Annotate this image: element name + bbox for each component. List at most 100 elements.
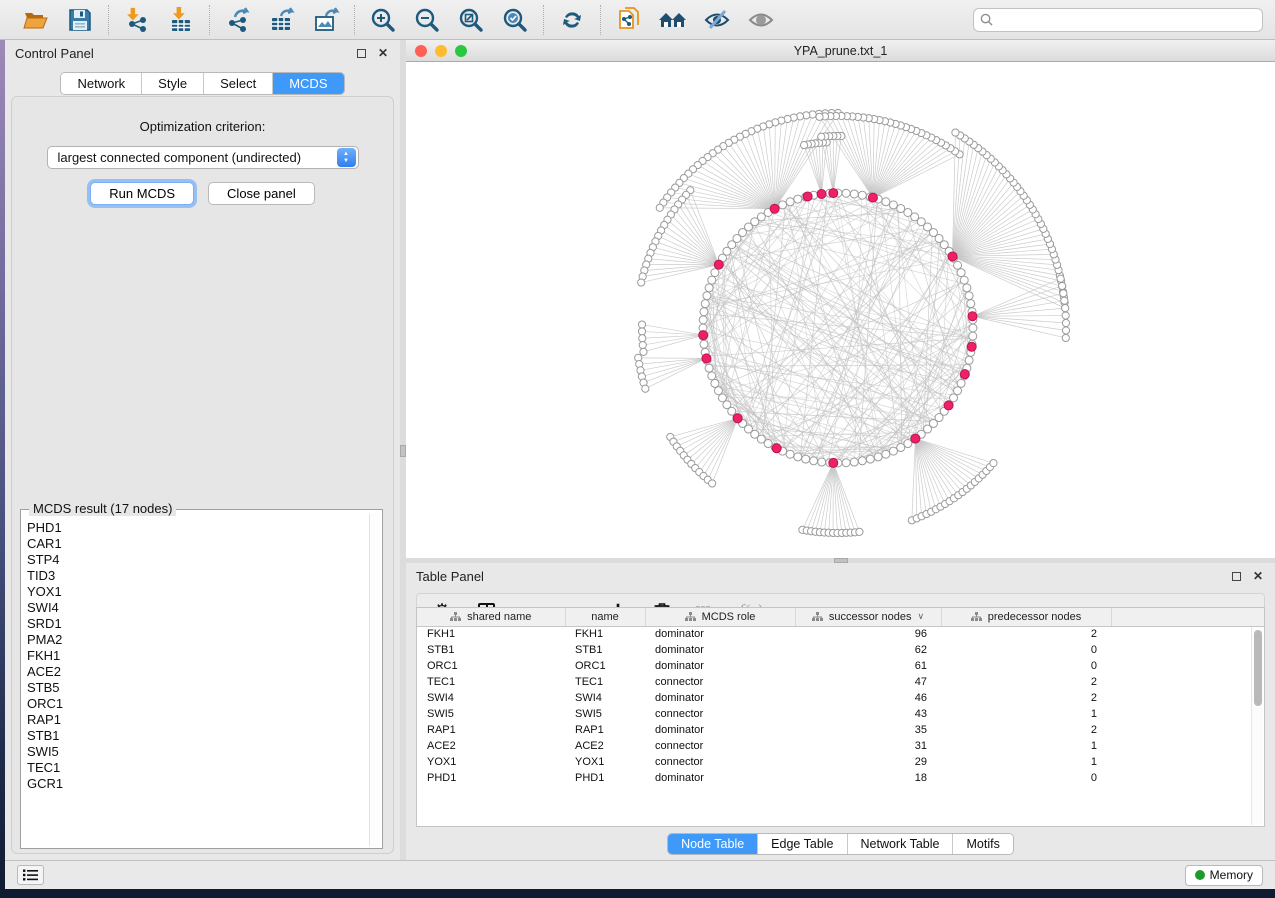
tab-edge-table[interactable]: Edge Table [757,834,846,854]
mcds-result-item[interactable]: GCR1 [25,776,368,792]
column-header-shared-name[interactable]: shared name [417,608,565,626]
table-cell: dominator [645,626,795,642]
optimization-criterion-dropdown[interactable]: largest connected component (undirected)… [47,146,359,169]
save-session-button[interactable] [65,6,95,34]
mcds-result-item[interactable]: FKH1 [25,648,368,664]
mcds-result-item[interactable]: STB1 [25,728,368,744]
zoom-in-button[interactable] [368,6,398,34]
column-header-successor-nodes[interactable]: successor nodes ∨ [795,608,941,626]
table-scrollbar[interactable] [1251,627,1263,825]
table-row[interactable]: STB1STB1dominator620 [417,642,1264,658]
app-window: Control Panel ✕ Network Style Select MCD… [5,40,1275,889]
search-input[interactable] [998,13,1256,27]
new-network-from-selection-button[interactable] [614,6,644,34]
list-icon [23,869,38,881]
table-row[interactable]: ORC1ORC1dominator610 [417,658,1264,674]
table-cell: 0 [941,658,1111,674]
task-history-button[interactable] [17,865,44,885]
control-panel-close-button[interactable]: ✕ [376,46,390,60]
attribute-icon [971,612,982,622]
mcds-result-item[interactable]: TID3 [25,568,368,584]
table-cell: 31 [795,738,941,754]
column-header-name[interactable]: name [565,608,645,626]
table-row[interactable]: FKH1FKH1dominator962 [417,626,1264,642]
table-cell: dominator [645,658,795,674]
network-graph [406,62,1275,558]
hide-selected-button[interactable] [702,6,732,34]
table-cell: 2 [941,674,1111,690]
table-cell: STB1 [565,642,645,658]
table-panel-close-button[interactable]: ✕ [1251,569,1265,583]
import-network-button[interactable] [122,6,152,34]
attribute-icon [685,612,696,622]
table-cell: PHD1 [417,770,565,786]
show-all-button[interactable] [746,6,776,34]
open-file-button[interactable] [21,6,51,34]
import-table-button[interactable] [166,6,196,34]
table-cell: connector [645,738,795,754]
mcds-result-item[interactable]: TEC1 [25,760,368,776]
search-box[interactable] [973,8,1263,32]
mcds-result-item[interactable]: STP4 [25,552,368,568]
table-row[interactable]: TEC1TEC1connector472 [417,674,1264,690]
table-cell: dominator [645,770,795,786]
control-panel-float-button[interactable] [354,46,368,60]
tab-network-table[interactable]: Network Table [847,834,953,854]
mcds-panel: Optimization criterion: largest connecte… [11,96,394,854]
export-image-button[interactable] [311,6,341,34]
table-row[interactable]: RAP1RAP1dominator352 [417,722,1264,738]
status-bar: Memory [5,860,1275,889]
export-table-button[interactable] [267,6,297,34]
zoom-out-button[interactable] [412,6,442,34]
mcds-result-item[interactable]: PMA2 [25,632,368,648]
column-header-predecessor-nodes[interactable]: predecessor nodes [941,608,1111,626]
zoom-selected-button[interactable] [500,6,530,34]
tab-style[interactable]: Style [141,73,203,94]
main-toolbar [0,0,1275,40]
zoom-fit-button[interactable] [456,6,486,34]
table-row[interactable]: SWI5SWI5connector431 [417,706,1264,722]
hide-selected-eye-icon [703,8,731,32]
mcds-result-item[interactable]: ACE2 [25,664,368,680]
mcds-result-item[interactable]: ORC1 [25,696,368,712]
table-panel-float-button[interactable] [1229,569,1243,583]
tab-mcds[interactable]: MCDS [272,73,343,94]
table-row[interactable]: ACE2ACE2connector311 [417,738,1264,754]
mcds-list-scrollbar[interactable] [369,514,380,846]
memory-status-icon [1195,870,1205,880]
mcds-result-item[interactable]: SRD1 [25,616,368,632]
table-row[interactable]: SWI4SWI4dominator462 [417,690,1264,706]
first-neighbors-button[interactable] [658,6,688,34]
mcds-result-item[interactable]: STB5 [25,680,368,696]
import-network-icon [124,7,150,33]
memory-button[interactable]: Memory [1185,865,1263,886]
run-mcds-button[interactable]: Run MCDS [90,182,194,205]
column-header-mcds-role[interactable]: MCDS role [645,608,795,626]
tab-select[interactable]: Select [203,73,272,94]
mcds-result-item[interactable]: RAP1 [25,712,368,728]
mcds-result-item[interactable]: YOX1 [25,584,368,600]
mcds-result-item[interactable]: SWI5 [25,744,368,760]
mcds-result-item[interactable]: PHD1 [25,520,368,536]
table-row[interactable]: PHD1PHD1dominator180 [417,770,1264,786]
control-panel-tabs: Network Style Select MCDS [60,72,344,95]
tab-motifs[interactable]: Motifs [952,834,1012,854]
tab-node-table[interactable]: Node Table [668,834,757,854]
scrollbar-thumb[interactable] [1254,630,1262,706]
close-panel-button[interactable]: Close panel [208,182,315,205]
mcds-result-item[interactable]: SWI4 [25,600,368,616]
table-row[interactable]: YOX1YOX1connector291 [417,754,1264,770]
control-panel-titlebar: Control Panel ✕ [5,40,400,66]
tab-network[interactable]: Network [61,73,141,94]
right-column: YPA_prune.txt_1 Table Panel ✕ ⚙ + [406,40,1275,860]
table-cell: ACE2 [417,738,565,754]
table-cell: ORC1 [417,658,565,674]
table-cell: SWI5 [417,706,565,722]
save-icon [68,8,92,32]
zoom-out-icon [414,7,440,33]
refresh-button[interactable] [557,6,587,34]
export-network-button[interactable] [223,6,253,34]
table-panel-titlebar: Table Panel ✕ [406,563,1275,589]
network-canvas[interactable] [406,62,1275,558]
mcds-result-item[interactable]: CAR1 [25,536,368,552]
